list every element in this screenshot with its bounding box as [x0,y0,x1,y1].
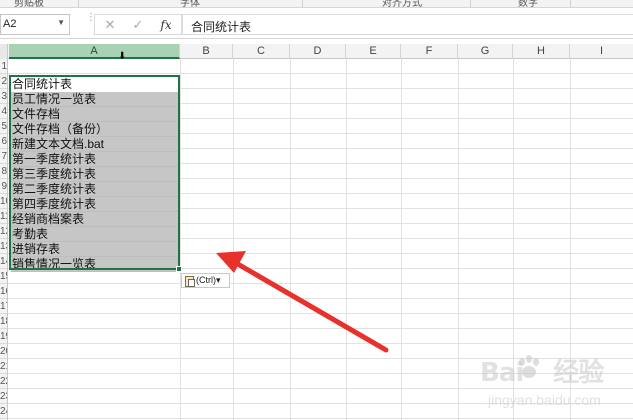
ribbon-separator [470,0,471,7]
row-header-4[interactable]: 4 [0,104,7,119]
name-box-value: A2 [3,18,17,30]
row-header-17[interactable]: 17 [0,299,7,314]
gridline [233,59,234,420]
row-header-9[interactable]: 9 [0,179,7,194]
ribbon-group-number: 数字 [518,0,538,8]
column-header-a[interactable]: A [9,44,180,59]
fill-handle[interactable] [176,266,182,272]
selection-range [9,75,180,270]
row-header-1[interactable]: 1 [0,59,7,74]
row-header-8[interactable]: 8 [0,164,7,179]
insert-function-icon[interactable]: fx [157,17,175,33]
formula-bar-divider-icon[interactable]: ⋮ [86,13,96,34]
gridline [458,59,459,420]
enter-icon[interactable]: ✓ [129,17,147,33]
gridline [401,59,402,420]
formula-input[interactable]: 合同统计表 [182,14,633,35]
row-header-24[interactable]: 24 [0,404,7,419]
column-header-g[interactable]: G [458,44,513,59]
row-header-5[interactable]: 5 [0,119,7,134]
row-header-2[interactable]: 2 [0,74,7,89]
row-header-21[interactable]: 21 [0,359,7,374]
ribbon-separator [570,0,571,7]
select-all-corner[interactable] [0,44,8,59]
formula-input-value: 合同统计表 [191,20,252,34]
row-header-6[interactable]: 6 [0,134,7,149]
ribbon-separator [78,0,79,7]
ribbon-group-strip: 剪贴板 字体 对齐方式 数字 [0,0,633,8]
column-header-i[interactable]: I [570,44,633,59]
gridline [290,59,291,420]
baidu-jingyan-watermark: Bai 经验 jingyan.baidu.com [480,352,630,418]
row-header-22[interactable]: 22 [0,374,7,389]
row-header-20[interactable]: 20 [0,344,7,359]
formula-bar-buttons: ✕ ✓ fx [94,14,182,35]
row-header-14[interactable]: 14 [0,254,7,269]
ribbon-separator [302,0,303,7]
row-header-12[interactable]: 12 [0,224,7,239]
row-header-3[interactable]: 3 [0,89,7,104]
clipboard-icon [185,275,195,287]
column-header-c[interactable]: C [233,44,290,59]
row-header-7[interactable]: 7 [0,149,7,164]
row-header-11[interactable]: 11 [0,209,7,224]
chevron-down-icon: ▾ [216,275,221,285]
column-header-row: A B C D E F G H I ⬇ [0,44,633,62]
formula-bar: A2 ▼ ⋮ ✕ ✓ fx 合同统计表 [0,9,633,39]
column-header-d[interactable]: D [290,44,346,59]
name-box[interactable]: A2 ▼ [0,14,70,35]
column-header-e[interactable]: E [346,44,401,59]
paste-options-label: (Ctrl) [196,275,216,285]
ribbon-group-alignment: 对齐方式 [382,0,422,8]
row-header-10[interactable]: 10 [0,194,7,209]
gridline [180,59,181,420]
column-header-h[interactable]: H [513,44,570,59]
watermark-url: jingyan.baidu.com [488,392,601,408]
ribbon-group-font: 字体 [180,0,200,8]
row-header-16[interactable]: 16 [0,284,7,299]
column-header-b[interactable]: B [180,44,233,59]
row-header-18[interactable]: 18 [0,314,7,329]
row-header-19[interactable]: 19 [0,329,7,344]
row-header-column: 123456789101112131415161718192021222324 [0,59,8,420]
gridline [346,59,347,420]
cancel-icon[interactable]: ✕ [101,17,119,33]
name-box-dropdown-icon[interactable]: ▼ [57,18,65,27]
paste-options-button[interactable]: (Ctrl)▾ [181,273,230,288]
column-header-f[interactable]: F [401,44,458,59]
ribbon-group-clipboard: 剪贴板 [14,0,44,8]
row-header-15[interactable]: 15 [0,269,7,284]
row-header-23[interactable]: 23 [0,389,7,404]
paw-icon [519,355,539,378]
row-header-13[interactable]: 13 [0,239,7,254]
column-select-cursor-icon: ⬇ [118,51,127,62]
